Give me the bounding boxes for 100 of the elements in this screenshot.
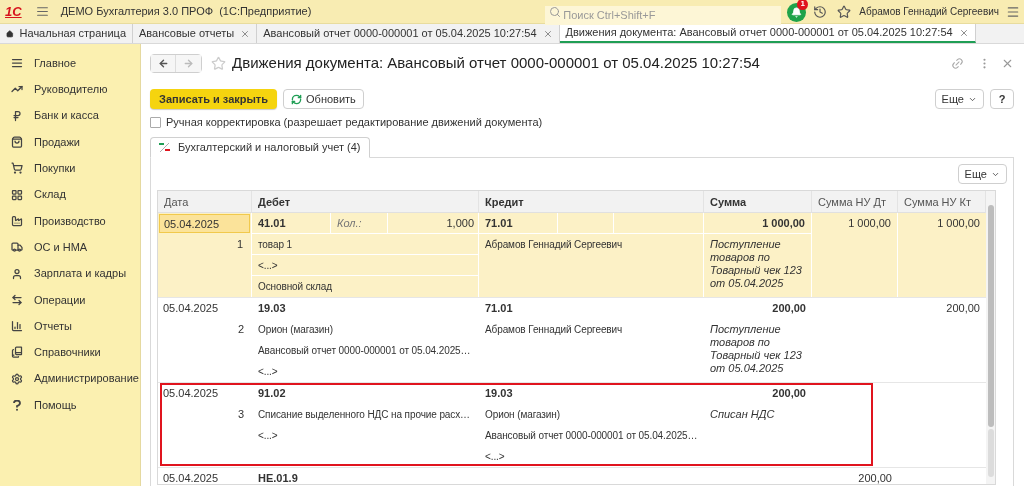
account-cell-text: 91.02: [257, 386, 287, 401]
sidebar-item[interactable]: Справочники: [0, 339, 140, 366]
account-cell: 41.01: [252, 213, 331, 233]
date-cell-text: 05.04.2025: [162, 471, 220, 484]
save-and-close-button[interactable]: Записать и закрыть: [150, 89, 278, 109]
sidebar-item[interactable]: Руководителю: [0, 76, 140, 103]
tab[interactable]: Движения документа: Авансовый отчет 0000-000001 от 05.04.2025 10:27:54: [559, 24, 976, 43]
tax-credit-sum-cell-text: 200,00: [945, 301, 981, 316]
lines-icon: [10, 57, 23, 70]
home-icon: [6, 27, 14, 40]
account-cell-text: 19.03: [257, 301, 287, 316]
sidebar-item[interactable]: Операции: [0, 286, 140, 313]
subconto-cell-text: Абрамов Геннадий Сергеевич: [484, 238, 624, 252]
account-cell-text: НЕ.01.9: [257, 471, 299, 484]
bell-icon: [791, 6, 803, 18]
sum-cell-text: 200,00: [771, 301, 807, 316]
close-icon[interactable]: [240, 28, 251, 39]
sidebar-item[interactable]: Главное: [0, 50, 140, 77]
quantity-cell-text: 1,000: [445, 216, 475, 231]
sum-cell: 1 000,00: [704, 213, 811, 234]
window-title: ДЕМО Бухгалтерия 3.0 ПРОФ (1С:Предприятие): [60, 4, 312, 20]
row-number: 1: [235, 237, 244, 252]
form-title: Движения документа: Авансовый отчет 0000-000001 от 05.04.2025 10:27:54: [232, 52, 760, 73]
date-cell: 05.04.2025: [159, 214, 250, 233]
factory-icon: [10, 214, 23, 227]
subconto-cell-text: <...>: [484, 450, 506, 464]
account-cell-text: 19.03: [484, 386, 514, 401]
subconto-cell-text: <...>: [257, 429, 279, 443]
subconto-cell-text: Авансовый отчет 0000-000001 от 05.04.2025…: [257, 344, 472, 358]
cart-icon: [10, 162, 23, 175]
more-button[interactable]: Еще: [957, 164, 1007, 184]
row-number: 3: [236, 407, 245, 422]
star-icon[interactable]: [837, 4, 852, 19]
user-name[interactable]: Абрамов Геннадий Сергеевич: [859, 4, 999, 19]
subconto-cell-text: Орион (магазин): [257, 323, 334, 337]
date-cell-text: 05.04.2025: [162, 386, 220, 401]
subconto-cell-text: Абрамов Геннадий Сергеевич: [484, 323, 624, 337]
arrow-right-icon: [183, 57, 194, 69]
arrow-left-icon: [157, 57, 169, 69]
close-icon[interactable]: [542, 28, 553, 39]
search-icon: [549, 6, 562, 18]
subconto-cell-text: Списание выделенного НДС на прочие расх…: [257, 408, 471, 422]
refresh-icon: [291, 93, 303, 105]
bag-icon: [10, 136, 23, 149]
sidebar-item[interactable]: Помощь: [0, 391, 140, 419]
content-cell-text: Поступление товаров по Товарный чек 123 от 05.04.2025: [710, 323, 803, 376]
subconto-cell-text: Авансовый отчет 0000-000001 от 05.04.2025…: [484, 429, 699, 443]
bar-chart-icon: [10, 320, 23, 333]
history-icon[interactable]: [813, 4, 828, 19]
ledger-icon: [159, 142, 170, 153]
settings-icon: [10, 372, 23, 385]
notification-badge: 1: [797, 0, 809, 10]
subconto-cell: <...>: [252, 255, 478, 276]
sidebar-item[interactable]: Зарплата и кадры: [0, 260, 140, 287]
sidebar-item[interactable]: Продажи: [0, 128, 140, 156]
ruble-icon: [10, 109, 23, 122]
quantity-label: Кол.:: [331, 213, 388, 233]
tab[interactable]: Авансовые отчеты: [133, 24, 258, 43]
help-button[interactable]: ?: [990, 89, 1014, 109]
row-number: 2: [236, 322, 245, 337]
account-cell: 71.01: [479, 213, 558, 233]
sidebar-item[interactable]: Покупки: [0, 155, 140, 182]
menu-icon[interactable]: [1006, 4, 1020, 19]
tab[interactable]: Начальная страница: [0, 24, 133, 43]
grid-icon: [10, 188, 23, 201]
arrows-icon: [10, 293, 23, 306]
sidebar-item[interactable]: Склад: [0, 181, 140, 208]
tax-debit-sum-cell-text: 1 000,00: [847, 216, 892, 231]
subconto-cell-text: Орион (магазин): [484, 408, 561, 422]
sidebar-item[interactable]: Администрирование: [0, 365, 140, 392]
subconto-cell-text: Основной склад: [257, 280, 333, 294]
truck-icon: [10, 241, 23, 254]
account-cell-text: 71.01: [484, 301, 514, 316]
sidebar-item[interactable]: Производство: [0, 207, 140, 235]
refresh-button[interactable]: Обновить: [283, 89, 364, 109]
more-button[interactable]: Еще: [934, 89, 984, 109]
date-cell-text: 05.04.2025: [162, 301, 220, 316]
sum-cell-text: 200,00: [771, 386, 807, 401]
tax-credit-sum-cell-text: 1 000,00: [936, 216, 981, 231]
sidebar-item[interactable]: Банк и касса: [0, 102, 140, 129]
checkbox[interactable]: [150, 116, 161, 128]
tab[interactable]: Авансовый отчет 0000-000001 от 05.04.2025 10:27:54: [257, 24, 560, 43]
logo[interactable]: 1С: [5, 5, 22, 18]
content-cell-text: Поступление товаров по Товарный чек 123 от 05.04.2025: [710, 238, 803, 291]
back-button[interactable]: [151, 54, 176, 72]
sidebar-item[interactable]: Отчеты: [0, 312, 140, 340]
person-icon: [10, 267, 23, 280]
subconto-cell-text: <...>: [257, 365, 279, 379]
search-field[interactable]: Поиск Ctrl+Shift+F: [545, 5, 782, 25]
books-icon: [10, 346, 23, 359]
menu-icon[interactable]: [35, 5, 49, 18]
help-icon: [10, 399, 23, 411]
content-cell-text: Списан НДС: [710, 408, 776, 422]
section-tab[interactable]: Бухгалтерский и налоговый учет (4): [150, 137, 370, 158]
close-icon[interactable]: [958, 27, 969, 38]
sidebar-item[interactable]: ОС и НМА: [0, 234, 140, 261]
checkbox-label[interactable]: Ручная корректировка (разрешает редактирование движений документа): [166, 113, 543, 131]
tax-debit-sum-cell-text: 200,00: [857, 471, 893, 484]
subconto-cell: товар 1: [252, 234, 478, 255]
scrollbar[interactable]: [986, 191, 995, 484]
